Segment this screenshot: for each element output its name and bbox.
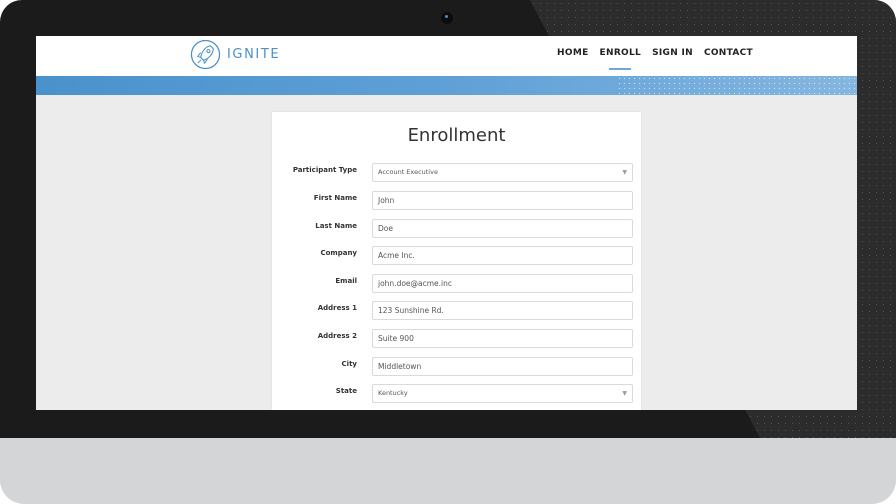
email-input[interactable]: john.doe@acme.inc <box>372 274 633 293</box>
nav-sign-in[interactable]: SIGN IN <box>652 48 693 58</box>
nav-enroll[interactable]: ENROLL <box>600 48 642 58</box>
form-row-last-name: Last Name Doe <box>272 219 641 240</box>
form-row-address-1: Address 1 123 Sunshine Rd. <box>272 301 641 322</box>
first-name-label: First Name <box>313 194 357 202</box>
company-label: Company <box>320 249 357 257</box>
state-value: Kentucky <box>378 389 408 397</box>
hero-banner <box>36 76 857 95</box>
state-label: State <box>335 387 357 395</box>
form-row-company: Company Acme Inc. <box>272 246 641 267</box>
last-name-label: Last Name <box>315 222 357 230</box>
device-bezel: IGNITE HOME ENROLL SIGN IN CONTACT Enrol… <box>0 0 896 438</box>
form-row-city: City Middletown <box>272 357 641 378</box>
email-label: Email <box>335 277 357 285</box>
form-row-address-2: Address 2 Suite 900 <box>272 329 641 350</box>
first-name-input[interactable]: John <box>372 191 633 210</box>
city-label: City <box>341 360 357 368</box>
state-select[interactable]: Kentucky ▼ <box>372 384 633 403</box>
participant-type-value: Account Executive <box>378 168 438 176</box>
form-row-state: State Kentucky ▼ <box>272 384 641 405</box>
city-input[interactable]: Middletown <box>372 357 633 376</box>
participant-type-select[interactable]: Account Executive ▼ <box>372 163 633 182</box>
enrollment-card: Enrollment Participant Type Account Exec… <box>272 112 641 410</box>
chevron-down-icon: ▼ <box>622 169 627 176</box>
form-row-participant-type: Participant Type Account Executive ▼ <box>272 163 641 184</box>
company-input[interactable]: Acme Inc. <box>372 246 633 265</box>
main-nav: HOME ENROLL SIGN IN CONTACT <box>557 48 753 58</box>
last-name-input[interactable]: Doe <box>372 219 633 238</box>
address-1-label: Address 1 <box>317 304 357 312</box>
form-row-first-name: First Name John <box>272 191 641 212</box>
site-header: IGNITE HOME ENROLL SIGN IN CONTACT <box>36 36 857 76</box>
participant-type-label: Participant Type <box>292 166 357 174</box>
address-2-input[interactable]: Suite 900 <box>372 329 633 348</box>
nav-contact[interactable]: CONTACT <box>704 48 753 58</box>
logo[interactable]: IGNITE <box>190 39 280 70</box>
address-1-input[interactable]: 123 Sunshine Rd. <box>372 301 633 320</box>
logo-text: IGNITE <box>227 47 281 62</box>
camera-icon <box>441 12 453 24</box>
address-2-label: Address 2 <box>317 332 357 340</box>
rocket-icon <box>190 39 221 70</box>
browser-screen: IGNITE HOME ENROLL SIGN IN CONTACT Enrol… <box>36 36 857 410</box>
nav-home[interactable]: HOME <box>557 48 589 58</box>
device-base <box>0 438 896 504</box>
chevron-down-icon: ▼ <box>622 390 627 397</box>
form-row-email: Email john.doe@acme.inc <box>272 274 641 295</box>
page-title: Enrollment <box>407 125 506 146</box>
